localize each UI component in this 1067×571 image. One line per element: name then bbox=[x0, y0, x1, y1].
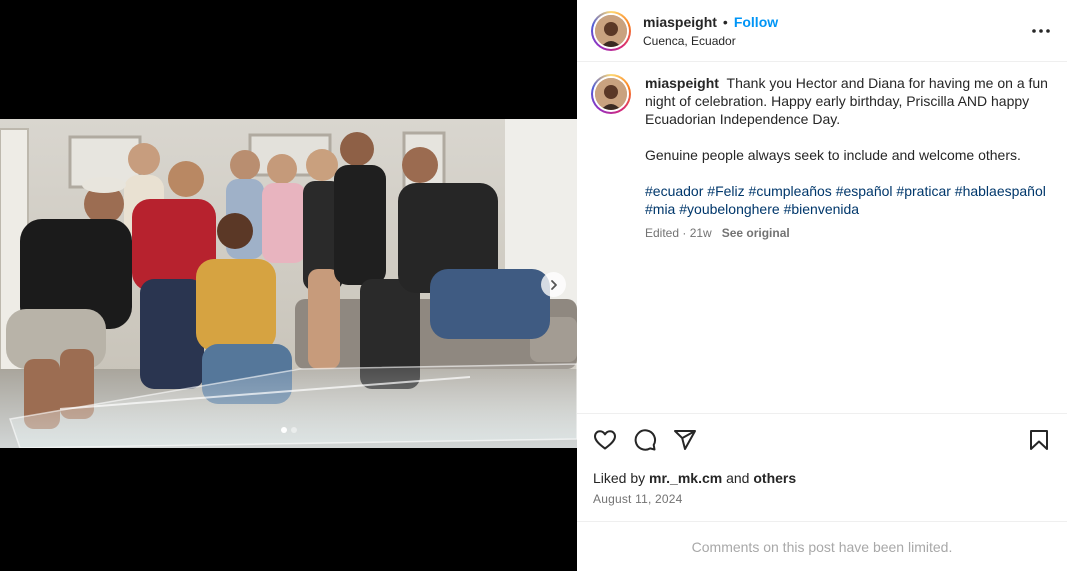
post-dialog: miaspeight • Follow Cuenca, Ecuador mias… bbox=[0, 0, 1067, 571]
caption-body: miaspeight Thank you Hector and Diana fo… bbox=[645, 74, 1051, 242]
caption-first-paragraph: miaspeight Thank you Hector and Diana fo… bbox=[645, 74, 1051, 128]
edited-timestamp: Edited · 21w bbox=[645, 226, 712, 240]
hashtag-link[interactable]: #español bbox=[836, 183, 893, 199]
hashtag-link[interactable]: #hablaespañol bbox=[955, 183, 1046, 199]
caption-username-link[interactable]: miaspeight bbox=[645, 75, 719, 91]
user-line: miaspeight • Follow bbox=[643, 14, 778, 30]
caption-meta: Edited · 21w See original bbox=[645, 224, 1051, 242]
comments-area: miaspeight Thank you Hector and Diana fo… bbox=[577, 62, 1067, 413]
avatar-image bbox=[595, 14, 627, 47]
save-button[interactable] bbox=[1027, 428, 1051, 452]
chevron-right-icon bbox=[550, 279, 557, 290]
post-header: miaspeight • Follow Cuenca, Ecuador bbox=[577, 0, 1067, 62]
post-caption: miaspeight Thank you Hector and Diana fo… bbox=[591, 74, 1051, 242]
liked-by-user-link[interactable]: mr._mk.cm bbox=[649, 470, 722, 486]
post-media bbox=[0, 0, 577, 571]
header-text: miaspeight • Follow Cuenca, Ecuador bbox=[643, 14, 778, 48]
caption-second-paragraph: Genuine people always seek to include an… bbox=[645, 147, 1021, 163]
others-link[interactable]: others bbox=[753, 470, 796, 486]
hashtag-link[interactable]: #cumpleaños bbox=[749, 183, 832, 199]
carousel-indicator bbox=[0, 427, 577, 433]
carousel-next-button[interactable] bbox=[541, 272, 566, 297]
caption-avatar[interactable] bbox=[591, 74, 631, 114]
hashtag-link[interactable]: #ecuador bbox=[645, 183, 703, 199]
hashtag-link[interactable]: #bienvenida bbox=[784, 201, 860, 217]
hashtag-link[interactable]: #praticar bbox=[896, 183, 950, 199]
comment-icon bbox=[634, 429, 657, 451]
follow-button[interactable]: Follow bbox=[734, 14, 778, 30]
more-options-icon bbox=[1032, 28, 1050, 33]
post-actions: Liked by mr._mk.cm and others August 11,… bbox=[577, 413, 1067, 521]
hashtag-link[interactable]: #youbelonghere bbox=[679, 201, 779, 217]
post-photo[interactable] bbox=[0, 119, 577, 448]
like-button[interactable] bbox=[593, 428, 617, 452]
caption-avatar-image bbox=[595, 78, 627, 110]
send-icon bbox=[674, 430, 696, 450]
carousel-dot-2 bbox=[290, 427, 297, 433]
hashtag-list: #ecuador #Feliz #cumpleaños #español #pr… bbox=[645, 182, 1051, 218]
action-bar bbox=[593, 428, 1051, 452]
location-link[interactable]: Cuenca, Ecuador bbox=[643, 34, 778, 48]
hashtag-link[interactable]: #mia bbox=[645, 201, 675, 217]
liked-by-prefix: Liked by bbox=[593, 470, 646, 486]
separator-dot: • bbox=[722, 13, 728, 30]
share-button[interactable] bbox=[673, 428, 697, 452]
comments-limited-notice: Comments on this post have been limited. bbox=[577, 521, 1067, 571]
bookmark-icon bbox=[1030, 430, 1048, 450]
heart-icon bbox=[594, 430, 616, 450]
hashtag-link[interactable]: #Feliz bbox=[707, 183, 744, 199]
post-side-panel: miaspeight • Follow Cuenca, Ecuador mias… bbox=[577, 0, 1067, 571]
username-link[interactable]: miaspeight bbox=[643, 14, 717, 30]
and-word: and bbox=[726, 470, 750, 486]
see-original-button[interactable]: See original bbox=[722, 224, 790, 242]
comment-button[interactable] bbox=[633, 428, 657, 452]
avatar[interactable] bbox=[591, 10, 631, 51]
post-date: August 11, 2024 bbox=[593, 492, 683, 506]
caption-avatar-border bbox=[593, 76, 629, 112]
avatar-border bbox=[593, 12, 629, 49]
likes-summary: Liked by mr._mk.cm and others bbox=[593, 470, 1051, 486]
carousel-dot-1 bbox=[280, 427, 287, 433]
more-options-button[interactable] bbox=[1029, 19, 1053, 43]
